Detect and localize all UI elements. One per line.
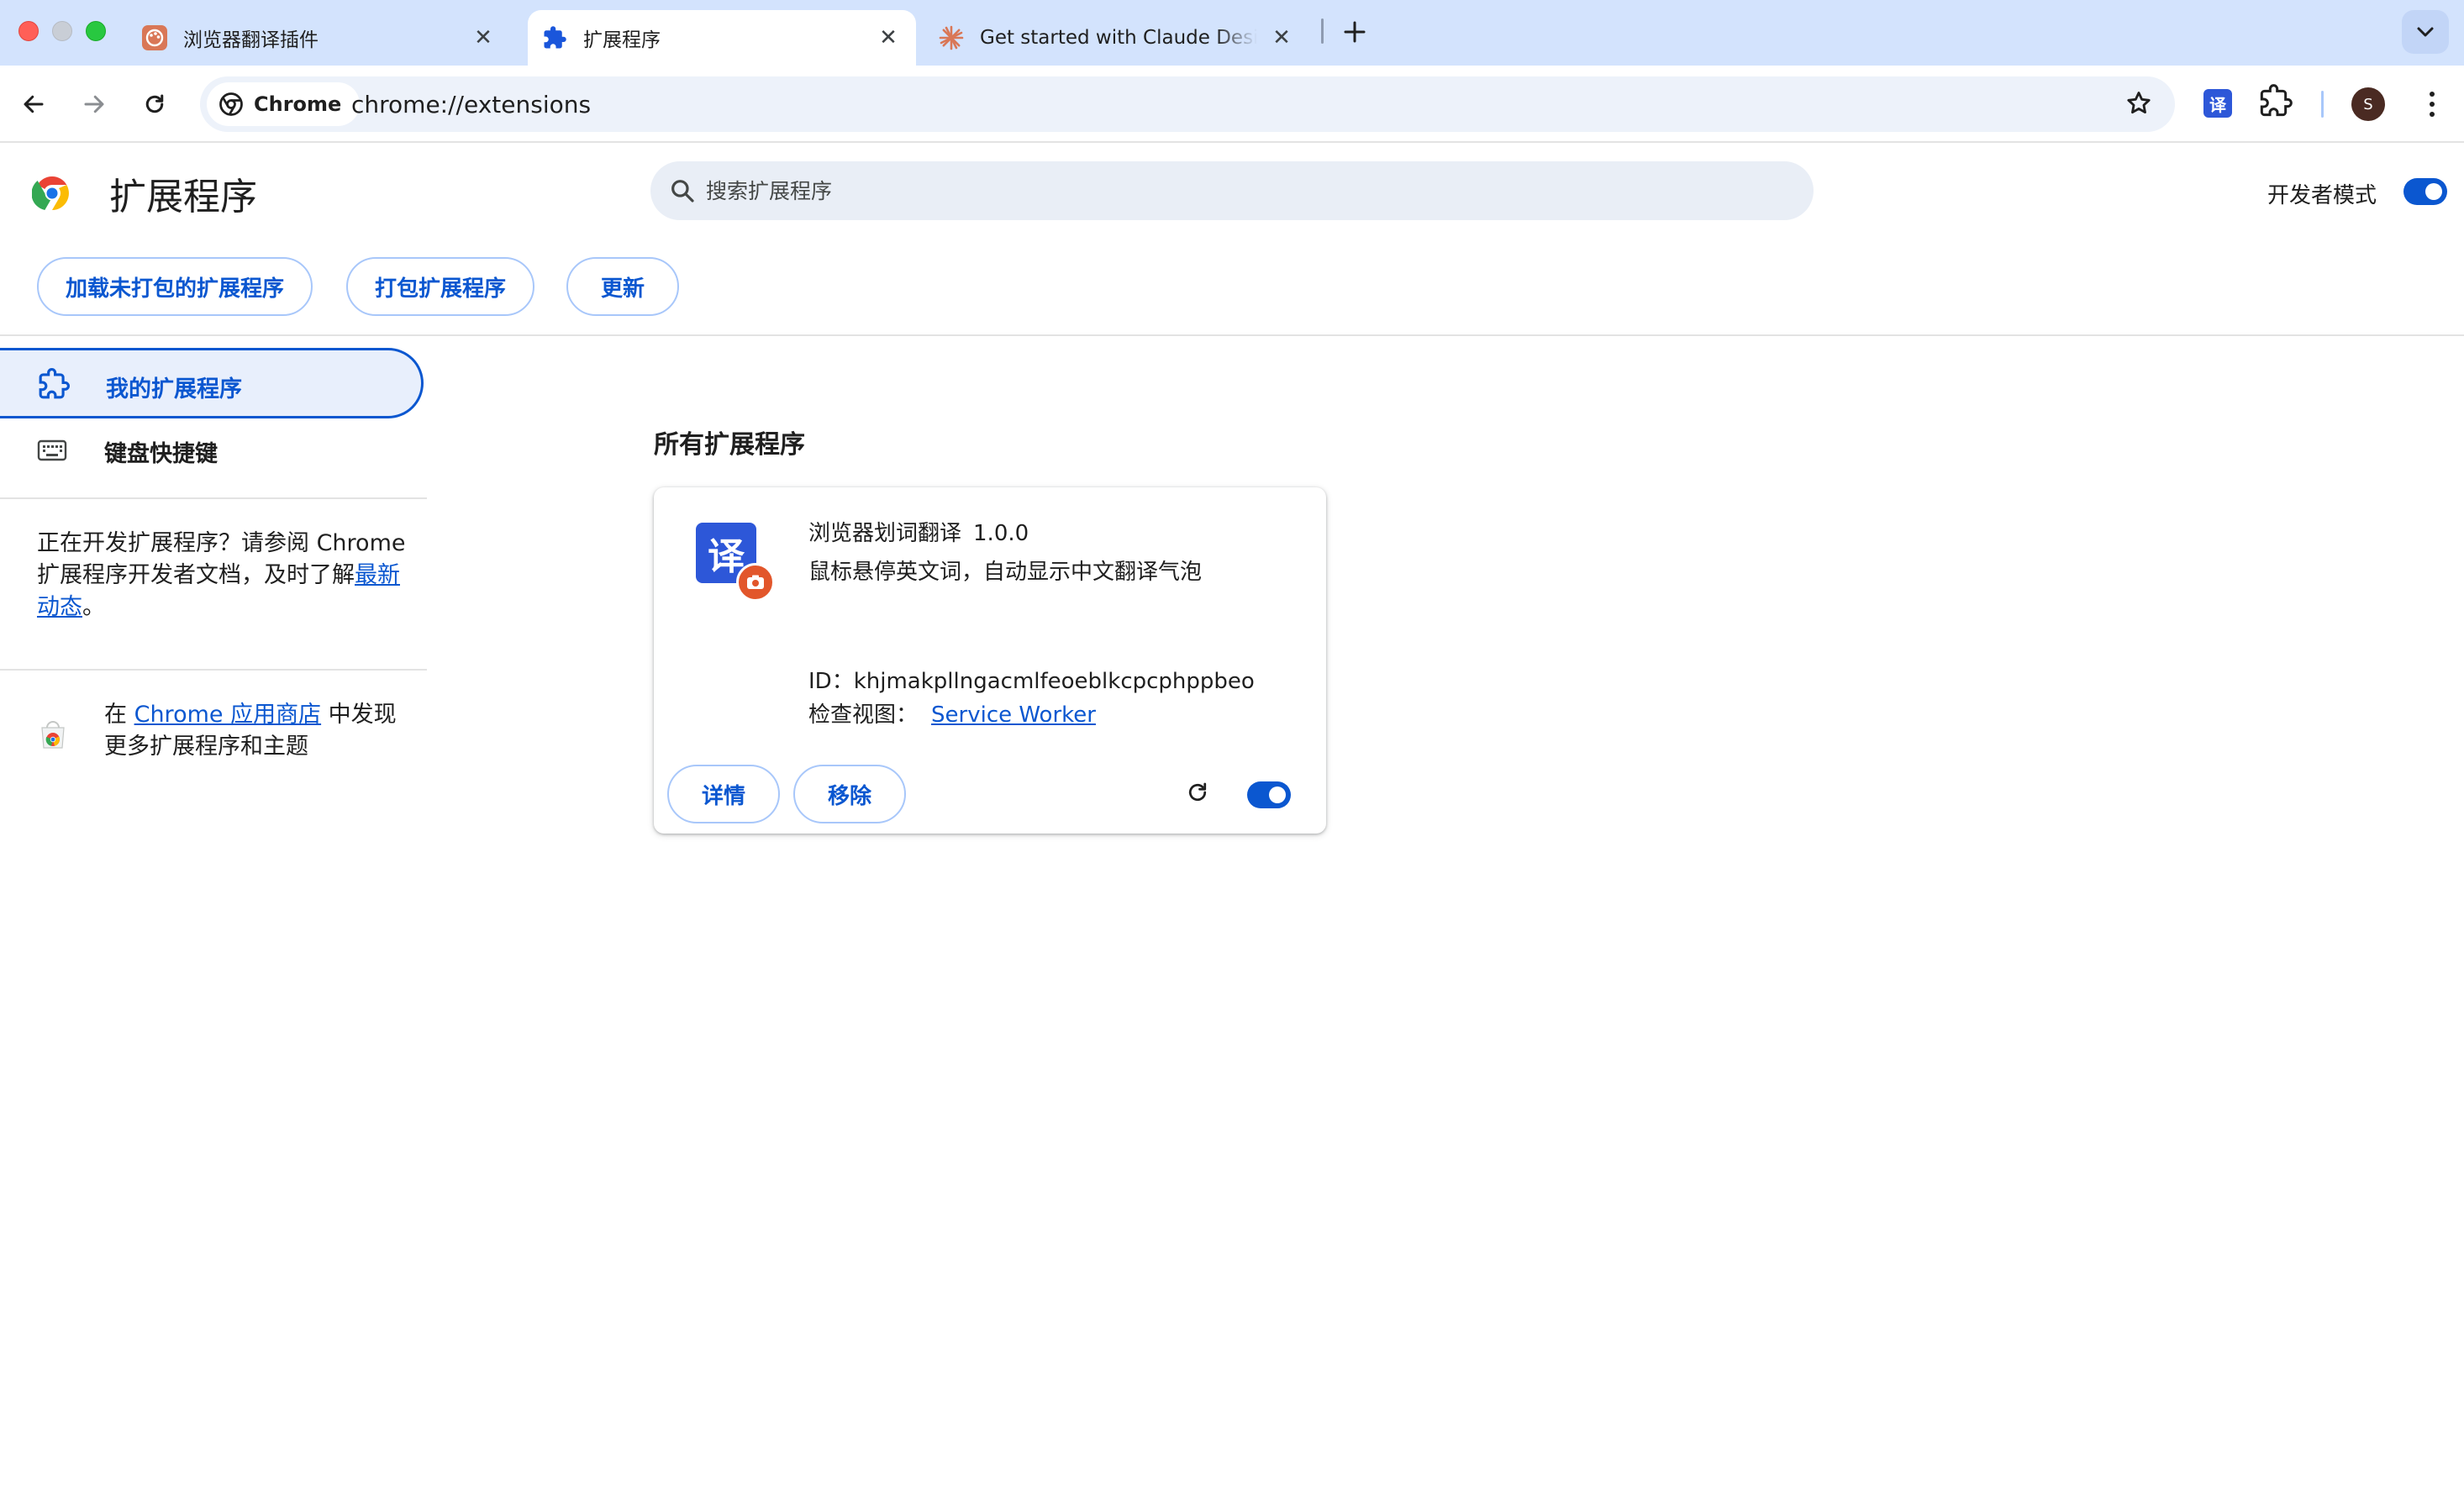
extension-name: 浏览器划词翻译 [808, 521, 962, 546]
section-title: 所有扩展程序 [654, 430, 805, 460]
puzzle-icon[interactable] [2259, 84, 2293, 121]
tab-extensions[interactable]: 扩展程序 ✕ [528, 10, 916, 66]
kebab-menu-icon[interactable] [2415, 86, 2449, 123]
tab-strip: 浏览器翻译插件 ✕ 扩展程序 ✕ Get started with Claude… [0, 0, 2464, 66]
translate-badge-text: 译 [2209, 94, 2226, 115]
tab-title: 扩展程序 [583, 29, 661, 51]
avatar[interactable]: S [2351, 87, 2385, 121]
search-icon [671, 180, 694, 203]
extension-name-line: 浏览器划词翻译 1.0.0 [808, 516, 1029, 547]
webstore-note: 在 Chrome 应用商店 中发现更多扩展程序和主题 [104, 699, 407, 763]
star-icon[interactable] [2124, 89, 2153, 121]
extension-id-label: ID： [808, 669, 854, 694]
screenshot-badge-icon [736, 563, 775, 602]
address-bar[interactable]: Chrome chrome://extensions [200, 76, 2175, 132]
store-prefix: 在 [104, 702, 134, 728]
header-divider [0, 334, 2464, 336]
window-minimize-button[interactable] [52, 21, 72, 41]
translate-extension-button[interactable]: 译 [2203, 89, 2232, 118]
sidebar-item-label: 我的扩展程序 [106, 376, 242, 402]
extension-version: 1.0.0 [973, 521, 1029, 546]
service-worker-link[interactable]: Service Worker [931, 702, 1096, 728]
pack-extension-button[interactable]: 打包扩展程序 [346, 257, 534, 316]
extension-card: 译 浏览器划词翻译 1.0.0 鼠标悬停英文词，自动显示中文翻译气泡 ID：khj… [654, 487, 1326, 834]
extension-id-line: ID：khjmakpllngacmlfeoeblkcpcphppbeo [808, 664, 1255, 695]
update-button[interactable]: 更新 [566, 257, 679, 316]
reload-icon[interactable] [1185, 780, 1210, 808]
tab-title: Get started with Claude Design [980, 27, 1257, 49]
url-text[interactable]: chrome://extensions [351, 91, 591, 118]
keyboard-icon [37, 439, 67, 466]
chip-label: Chrome [254, 92, 342, 116]
search-box[interactable] [650, 161, 1814, 220]
sidebar-divider [0, 669, 427, 671]
webstore-icon [37, 719, 69, 755]
extension-description: 鼠标悬停英文词，自动显示中文翻译气泡 [808, 560, 1203, 585]
sidebar-divider [0, 497, 427, 499]
dev-mode-label: 开发者模式 [2267, 183, 2377, 208]
tab-separator [1321, 18, 1324, 44]
plus-icon[interactable] [1335, 12, 1375, 52]
back-arrow-icon[interactable] [12, 82, 55, 126]
window-zoom-button[interactable] [86, 21, 106, 41]
developer-docs-note: 正在开发扩展程序？请参阅 Chrome 扩展程序开发者文档，及时了解最新动态。 [37, 528, 407, 623]
close-icon[interactable]: ✕ [876, 25, 901, 50]
webstore-link[interactable]: Chrome 应用商店 [134, 702, 322, 728]
claude-burst-icon [938, 24, 965, 51]
sidebar-item-label: 键盘快捷键 [104, 441, 218, 467]
chrome-logo-icon [219, 92, 243, 116]
site-info-chip[interactable]: Chrome [207, 82, 361, 126]
details-button[interactable]: 详情 [667, 765, 780, 823]
extension-nav-icon [38, 368, 70, 403]
sidebar-item-keyboard-shortcuts[interactable]: 键盘快捷键 [0, 420, 424, 481]
dev-note-end: 。 [82, 594, 105, 620]
sidebar-item-my-extensions[interactable]: 我的扩展程序 [0, 348, 424, 418]
remove-button[interactable]: 移除 [793, 765, 906, 823]
load-unpacked-button[interactable]: 加载未打包的扩展程序 [37, 257, 313, 316]
avatar-initial: S [2363, 95, 2373, 113]
palette-icon [141, 24, 168, 51]
inspect-views-line: 检查视图： Service Worker [808, 697, 1096, 729]
tab-claude-design[interactable]: Get started with Claude Design ✕ [931, 10, 1309, 66]
inspect-views-label: 检查视图： [808, 702, 919, 728]
tab-translate-plugin[interactable]: 浏览器翻译插件 ✕ [134, 10, 511, 66]
forward-arrow-icon[interactable] [72, 82, 116, 126]
tab-title: 浏览器翻译插件 [183, 29, 319, 51]
search-input[interactable] [706, 161, 1790, 220]
close-icon[interactable]: ✕ [1269, 25, 1294, 50]
page-title: 扩展程序 [109, 176, 257, 218]
chrome-logo-icon [31, 173, 72, 217]
close-icon[interactable]: ✕ [471, 25, 496, 50]
window-close-button[interactable] [18, 21, 39, 41]
puzzle-icon [541, 24, 568, 51]
extension-enable-toggle[interactable] [1247, 781, 1291, 808]
reload-icon[interactable] [133, 82, 176, 126]
dev-note-text: 正在开发扩展程序？请参阅 Chrome 扩展程序开发者文档，及时了解 [37, 530, 406, 588]
extension-id: khjmakpllngacmlfeoeblkcpcphppbeo [853, 669, 1255, 694]
browser-toolbar: Chrome chrome://extensions 译 S [0, 66, 2464, 143]
dev-mode-toggle[interactable] [2403, 178, 2447, 205]
chevron-down-icon[interactable] [2402, 10, 2449, 54]
toolbar-separator [2321, 91, 2324, 118]
